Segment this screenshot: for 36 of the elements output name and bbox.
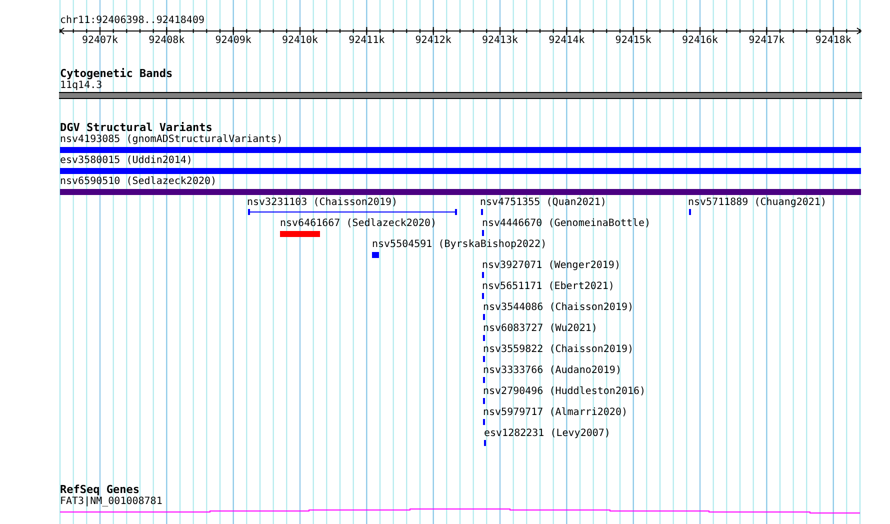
tick-label: 92412k <box>414 35 452 47</box>
feature-label: nsv6590510 (Sedlazeck2020) <box>60 176 217 188</box>
feature-label: nsv3544086 (Chaisson2019) <box>483 302 634 314</box>
feature-label: nsv6083727 (Wu2021) <box>483 323 598 335</box>
feature-label: esv3580015 (Uddin2014) <box>60 155 192 167</box>
feature-label: nsv3333766 (Audano2019) <box>483 365 622 377</box>
track-title: Cytogenetic Bands <box>60 68 173 80</box>
track-title: DGV Structural Variants <box>60 122 212 134</box>
tick-label: 92416k <box>680 35 720 47</box>
feature-label: 11q14.3 <box>60 80 102 92</box>
feature-label: nsv6461667 (Sedlazeck2020) <box>280 218 437 230</box>
feature-label: nsv4751355 (Quan2021) <box>480 197 606 209</box>
tick-label: 92418k <box>814 35 852 47</box>
tick-label: 92417k <box>748 35 786 47</box>
tick-label: 92407k <box>80 35 120 47</box>
tick-label: 92414k <box>548 35 586 47</box>
tick-label: 92409k <box>214 35 252 47</box>
tick-label: 92411k <box>348 35 386 47</box>
feature-label: nsv3231103 (Chaisson2019) <box>247 197 398 209</box>
feature-label: nsv3559822 (Chaisson2019) <box>483 344 634 356</box>
feature-label: FAT3|NM_001008781 <box>60 496 162 508</box>
feature-label: esv1282231 (Levy2007) <box>484 428 610 440</box>
feature-label: nsv5711889 (Chuang2021) <box>688 197 826 209</box>
tick-label: 92410k <box>280 35 320 47</box>
feature-label: nsv4193085 (gnomADStructuralVariants) <box>60 134 283 146</box>
region-title: chr11:92406398..92418409 <box>60 15 204 27</box>
feature-label: nsv3927071 (Wenger2019) <box>482 260 620 272</box>
feature-label: nsv2790496 (Huddleston2016) <box>483 386 646 398</box>
feature-label: nsv5979717 (Almarri2020) <box>483 407 628 419</box>
tick-label: 92415k <box>614 35 652 47</box>
tick-label: 92408k <box>148 35 186 47</box>
feature-label: nsv5504591 (ByrskaBishop2022) <box>372 239 547 251</box>
feature-label: nsv4446670 (GenomeinaBottle) <box>482 218 651 230</box>
track-title: RefSeq Genes <box>60 484 140 496</box>
feature-label: nsv5651171 (Ebert2021) <box>482 281 614 293</box>
tick-label: 92413k <box>480 35 520 47</box>
